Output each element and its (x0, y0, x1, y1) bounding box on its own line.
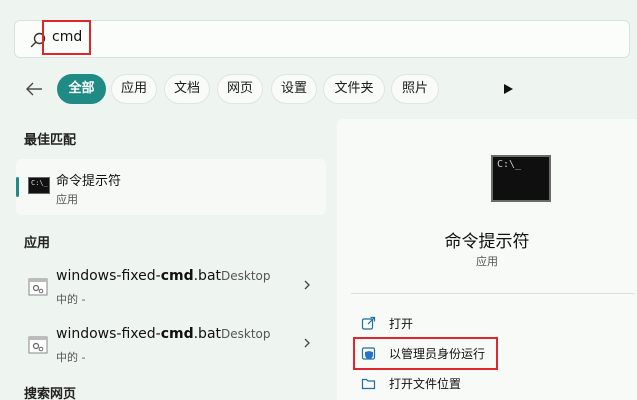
detail-title: 命令提示符 (444, 232, 530, 252)
chevron-right-icon[interactable] (302, 337, 312, 349)
tab-settings[interactable]: 设置 (271, 74, 317, 104)
tab-web[interactable]: 网页 (217, 74, 263, 104)
chevron-right-icon[interactable] (302, 279, 312, 291)
search-bar[interactable] (14, 20, 630, 58)
cmd-icon: C:\_ (28, 177, 50, 194)
batch-file-icon (28, 336, 48, 354)
open-action-label: 打开 (389, 317, 414, 331)
open-action[interactable]: 打开 (359, 313, 629, 335)
list-item[interactable]: windows-fixed-cmd.batDesktop 中的 - (16, 259, 326, 315)
list-item[interactable]: windows-fixed-cmd.batDesktop 中的 - (16, 317, 326, 373)
more-filters-icon[interactable] (501, 82, 515, 96)
app-result-title: windows-fixed-cmd.batDesktop (56, 268, 271, 284)
folder-icon (361, 378, 376, 390)
divider (351, 293, 635, 294)
section-title-web: 搜索网页 (24, 387, 77, 400)
cmd-large-icon: C:\_ (491, 155, 551, 202)
best-match-item[interactable]: C:\_ 命令提示符 应用 (16, 159, 326, 215)
batch-file-icon (28, 278, 48, 296)
search-input[interactable]: cmd (42, 20, 91, 55)
app-result-title: windows-fixed-cmd.batDesktop (56, 326, 271, 342)
best-match-title: 命令提示符 (56, 174, 122, 189)
tab-photos[interactable]: 照片 (391, 74, 439, 104)
app-result-subtitle: 中的 - (56, 293, 86, 306)
tab-apps[interactable]: 应用 (111, 74, 157, 104)
section-title-apps: 应用 (24, 236, 51, 251)
detail-subtitle: 应用 (476, 255, 498, 268)
back-arrow-icon[interactable] (24, 79, 44, 99)
section-title-best-match: 最佳匹配 (24, 133, 77, 148)
best-match-subtitle: 应用 (56, 193, 78, 206)
tab-all[interactable]: 全部 (57, 74, 106, 104)
annotation-highlight-box (353, 337, 498, 370)
open-external-icon (361, 316, 376, 330)
tab-documents[interactable]: 文档 (164, 74, 210, 104)
tab-folders[interactable]: 文件夹 (323, 74, 385, 104)
open-file-location-action[interactable]: 打开文件位置 (359, 373, 629, 395)
selection-indicator (16, 177, 19, 197)
open-file-location-label: 打开文件位置 (389, 377, 462, 391)
filter-tabs: 全部 应用 文档 网页 设置 文件夹 照片 (0, 74, 637, 104)
app-result-subtitle: 中的 - (56, 351, 86, 364)
